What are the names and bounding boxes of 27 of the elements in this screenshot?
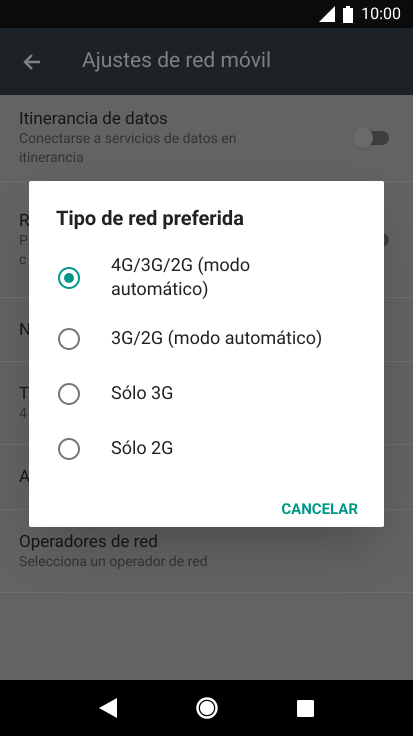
- radio-option[interactable]: Sólo 3G: [29, 366, 384, 421]
- setting-title: A: [19, 466, 30, 488]
- radio-option[interactable]: 3G/2G (modo automático): [29, 311, 384, 366]
- toggle-switch[interactable]: [355, 131, 389, 145]
- setting-title: Operadores de red: [19, 530, 158, 552]
- signal-icon: [319, 6, 336, 22]
- radio-option[interactable]: 4G/3G/2G (modo automático): [29, 245, 384, 311]
- option-label: 4G/3G/2G (modo automático): [111, 254, 252, 302]
- setting-title: T: [19, 382, 30, 404]
- radio-option[interactable]: Sólo 2G: [29, 421, 384, 476]
- back-icon[interactable]: [99, 698, 117, 718]
- battery-icon: [343, 6, 354, 22]
- radio-button[interactable]: [58, 328, 80, 350]
- option-label: 3G/2G (modo automático): [111, 326, 324, 350]
- radio-button[interactable]: [58, 382, 80, 404]
- radio-button[interactable]: [58, 438, 80, 460]
- home-icon[interactable]: [195, 696, 219, 720]
- option-label: Sólo 3G: [111, 382, 174, 406]
- dialog-title: Tipo de red preferida: [56, 205, 245, 232]
- back-arrow-icon: [22, 52, 42, 72]
- screen-title: Ajustes de red móvil: [82, 48, 272, 75]
- clock-time: 10:00: [361, 3, 401, 25]
- setting-title: Itinerancia de datos: [19, 108, 168, 130]
- radio-button[interactable]: [58, 267, 80, 289]
- setting-title: R: [19, 210, 30, 232]
- option-label: Sólo 2G: [111, 436, 174, 460]
- overview-icon[interactable]: [297, 700, 314, 716]
